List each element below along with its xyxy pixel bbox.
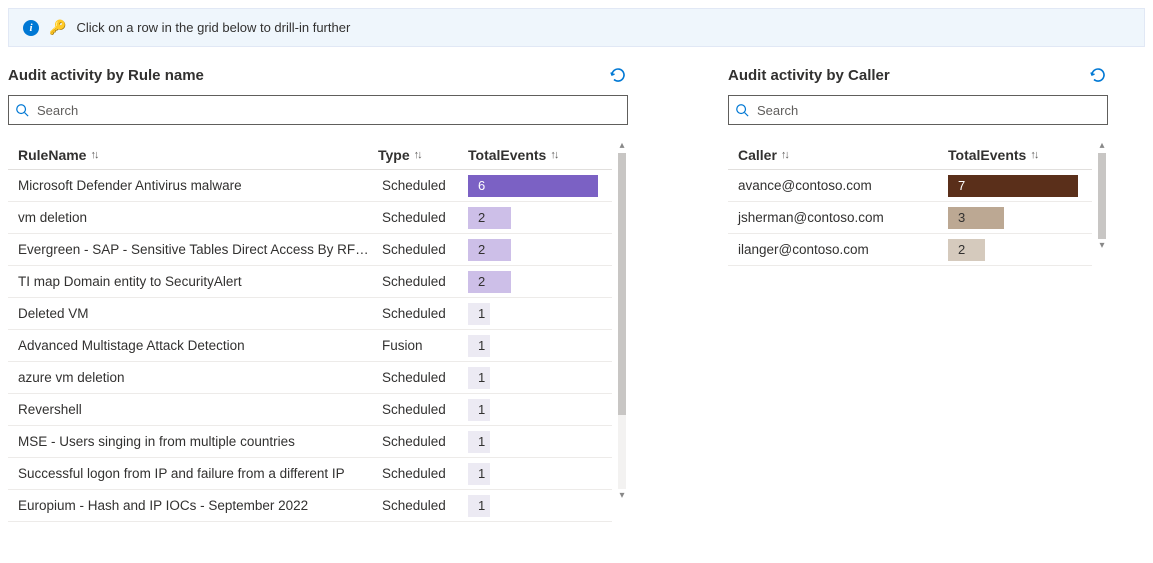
rule-name-cell: Europium - Hash and IP IOCs - September … (8, 498, 378, 513)
rule-name-cell: Evergreen - SAP - Sensitive Tables Direc… (8, 242, 378, 257)
table-row[interactable]: Microsoft Defender Antivirus malwareSche… (8, 170, 612, 202)
rule-search-input[interactable] (35, 102, 621, 119)
table-row[interactable]: Advanced Multistage Attack DetectionFusi… (8, 330, 612, 362)
rule-name-cell: Advanced Multistage Attack Detection (8, 338, 378, 353)
caller-search-input[interactable] (755, 102, 1101, 119)
col-totalevents[interactable]: TotalEvents ↑↓ (948, 147, 1078, 163)
rule-name-panel: Audit activity by Rule name RuleName ↑↓ … (8, 65, 628, 522)
table-row[interactable]: TI map Domain entity to SecurityAlertSch… (8, 266, 612, 298)
undo-icon[interactable] (608, 65, 628, 85)
rule-name-cell: Revershell (8, 402, 378, 417)
total-events-cell: 2 (468, 271, 598, 293)
scroll-up-icon[interactable]: ▴ (619, 141, 624, 151)
undo-icon[interactable] (1088, 65, 1108, 85)
caller-grid-header: Caller ↑↓ TotalEvents ↑↓ (728, 141, 1092, 170)
info-banner: i 🔑 Click on a row in the grid below to … (8, 8, 1145, 47)
table-row[interactable]: Successful logon from IP and failure fro… (8, 458, 612, 490)
total-events-cell: 6 (468, 175, 598, 197)
caller-search-box[interactable] (728, 95, 1108, 125)
type-cell: Scheduled (378, 178, 468, 193)
table-row[interactable]: Evergreen - SAP - Sensitive Tables Direc… (8, 234, 612, 266)
scroll-down-icon[interactable]: ▾ (619, 491, 624, 501)
caller-scrollbar[interactable]: ▴ ▾ (1096, 141, 1108, 251)
info-icon: i (23, 20, 39, 36)
rule-name-cell: vm deletion (8, 210, 378, 225)
rule-name-cell: Microsoft Defender Antivirus malware (8, 178, 378, 193)
type-cell: Scheduled (378, 242, 468, 257)
scroll-thumb[interactable] (618, 153, 626, 415)
caller-cell: ilanger@contoso.com (728, 242, 948, 257)
total-events-cell: 1 (468, 303, 598, 325)
col-totalevents[interactable]: TotalEvents ↑↓ (468, 147, 598, 163)
table-row[interactable]: ilanger@contoso.com2 (728, 234, 1092, 266)
info-banner-text: Click on a row in the grid below to dril… (76, 20, 350, 35)
rule-search-box[interactable] (8, 95, 628, 125)
type-cell: Scheduled (378, 370, 468, 385)
col-rulename[interactable]: RuleName ↑↓ (8, 147, 378, 163)
total-events-cell: 2 (948, 239, 1078, 261)
sort-icon: ↑↓ (90, 149, 97, 161)
sort-icon: ↑↓ (1030, 149, 1037, 161)
type-cell: Scheduled (378, 466, 468, 481)
total-events-cell: 2 (468, 207, 598, 229)
scroll-down-icon[interactable]: ▾ (1099, 241, 1104, 251)
total-events-cell: 1 (468, 367, 598, 389)
type-cell: Fusion (378, 338, 468, 353)
rule-panel-title: Audit activity by Rule name (8, 67, 204, 84)
type-cell: Scheduled (378, 306, 468, 321)
total-events-cell: 2 (468, 239, 598, 261)
rule-grid-header: RuleName ↑↓ Type ↑↓ TotalEvents ↑↓ (8, 141, 612, 170)
total-events-cell: 1 (468, 399, 598, 421)
rule-name-cell: azure vm deletion (8, 370, 378, 385)
caller-grid: Caller ↑↓ TotalEvents ↑↓ avance@contoso.… (728, 141, 1092, 266)
table-row[interactable]: Deleted VMScheduled1 (8, 298, 612, 330)
col-caller[interactable]: Caller ↑↓ (728, 147, 948, 163)
table-row[interactable]: Europium - Hash and IP IOCs - September … (8, 490, 612, 522)
rule-name-cell: Successful logon from IP and failure fro… (8, 466, 378, 481)
total-events-cell: 1 (468, 335, 598, 357)
table-row[interactable]: jsherman@contoso.com3 (728, 202, 1092, 234)
rule-name-cell: MSE - Users singing in from multiple cou… (8, 434, 378, 449)
total-events-cell: 1 (468, 431, 598, 453)
search-icon (735, 103, 749, 117)
sort-icon: ↑↓ (414, 149, 421, 161)
total-events-cell: 1 (468, 495, 598, 517)
col-type[interactable]: Type ↑↓ (378, 147, 468, 163)
rule-name-cell: TI map Domain entity to SecurityAlert (8, 274, 378, 289)
total-events-cell: 1 (468, 463, 598, 485)
type-cell: Scheduled (378, 274, 468, 289)
scroll-thumb[interactable] (1098, 153, 1106, 239)
total-events-cell: 3 (948, 207, 1078, 229)
total-events-cell: 7 (948, 175, 1078, 197)
rule-scrollbar[interactable]: ▴ ▾ (616, 141, 628, 501)
table-row[interactable]: RevershellScheduled1 (8, 394, 612, 426)
table-row[interactable]: MSE - Users singing in from multiple cou… (8, 426, 612, 458)
caller-cell: avance@contoso.com (728, 178, 948, 193)
search-icon (15, 103, 29, 117)
rule-grid: RuleName ↑↓ Type ↑↓ TotalEvents ↑↓ Micro… (8, 141, 612, 522)
caller-panel: Audit activity by Caller Caller ↑↓ Total… (728, 65, 1108, 522)
caller-panel-title: Audit activity by Caller (728, 67, 890, 84)
type-cell: Scheduled (378, 434, 468, 449)
key-icon: 🔑 (49, 19, 66, 36)
sort-icon: ↑↓ (550, 149, 557, 161)
table-row[interactable]: vm deletionScheduled2 (8, 202, 612, 234)
scroll-up-icon[interactable]: ▴ (1099, 141, 1104, 151)
caller-cell: jsherman@contoso.com (728, 210, 948, 225)
rule-name-cell: Deleted VM (8, 306, 378, 321)
sort-icon: ↑↓ (781, 149, 788, 161)
type-cell: Scheduled (378, 402, 468, 417)
type-cell: Scheduled (378, 210, 468, 225)
table-row[interactable]: avance@contoso.com7 (728, 170, 1092, 202)
table-row[interactable]: azure vm deletionScheduled1 (8, 362, 612, 394)
type-cell: Scheduled (378, 498, 468, 513)
